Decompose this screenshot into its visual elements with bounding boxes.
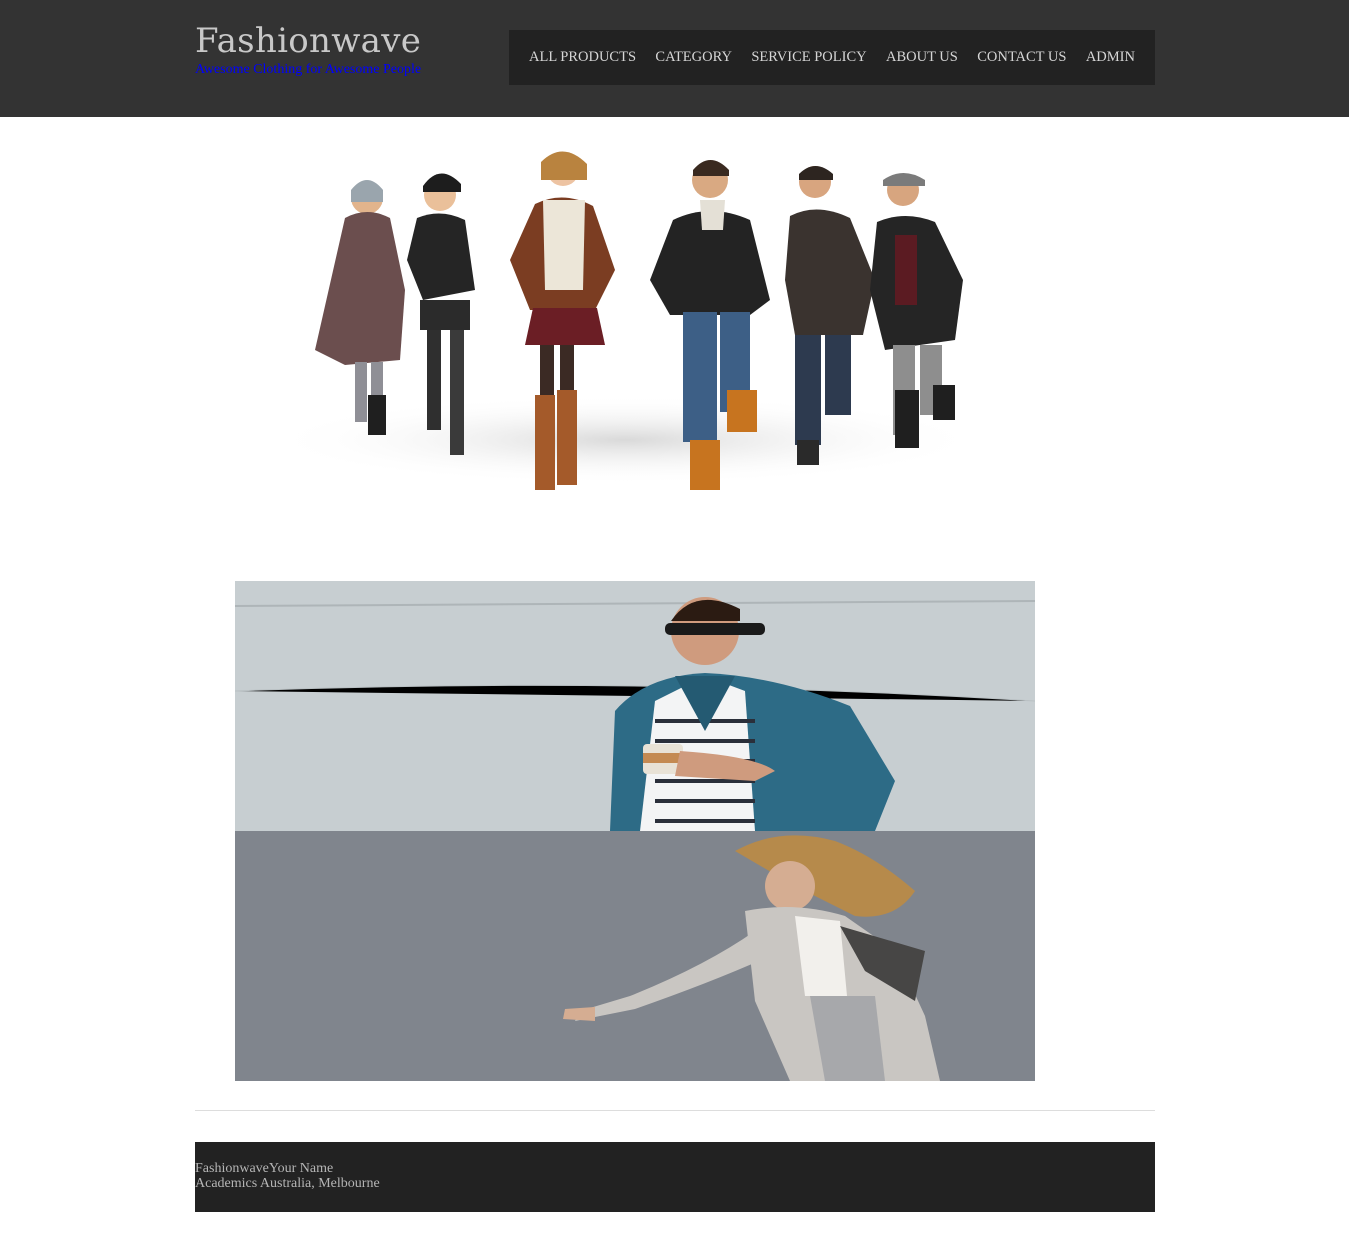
banner-man-with-coffee <box>235 581 1035 831</box>
model-6-figure <box>870 173 963 448</box>
footer-divider <box>195 1110 1155 1111</box>
hero-illustration <box>265 151 985 490</box>
banner-woman-in-coat <box>235 831 1035 1081</box>
nav-all-products[interactable]: ALL PRODUCTS <box>529 49 636 66</box>
banner-man-illustration <box>235 581 1035 831</box>
footer-line-1: FashionwaveYour Name <box>195 1161 334 1176</box>
nav-service-policy[interactable]: SERVICE POLICY <box>751 49 866 66</box>
nav-admin[interactable]: ADMIN <box>1086 49 1135 66</box>
site-tagline: Awesome Clothing for Awesome People <box>195 62 422 77</box>
nav-category[interactable]: CATEGORY <box>655 49 732 66</box>
footer-line-2: Academics Australia, Melbourne <box>195 1176 380 1191</box>
footer-text: FashionwaveYour Name Academics Australia… <box>195 1161 380 1191</box>
hero-group-photo <box>195 140 1155 500</box>
nav-about-us[interactable]: ABOUT US <box>886 49 958 66</box>
site-header: Fashionwave Awesome Clothing for Awesome… <box>0 0 1349 117</box>
site-footer: FashionwaveYour Name Academics Australia… <box>195 1142 1155 1212</box>
model-1-figure <box>315 180 405 435</box>
site-title[interactable]: Fashionwave <box>195 20 421 62</box>
nav-contact-us[interactable]: CONTACT US <box>977 49 1066 66</box>
banner-woman-illustration <box>235 831 1035 1081</box>
brand: Fashionwave Awesome Clothing for Awesome… <box>195 20 421 78</box>
main-nav: ALL PRODUCTS CATEGORY SERVICE POLICY ABO… <box>509 30 1155 85</box>
